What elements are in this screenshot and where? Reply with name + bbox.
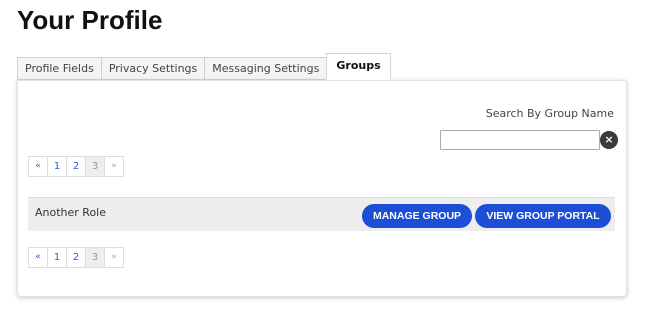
pagination-prev-button[interactable]: «: [28, 156, 48, 177]
page-title: Your Profile: [17, 5, 163, 35]
group-name: Another Role: [35, 206, 107, 219]
search-input[interactable]: [440, 130, 600, 150]
groups-panel: Search By Group Name × « 1 2 3 » Another…: [17, 80, 627, 297]
manage-group-button[interactable]: MANAGE GROUP: [362, 204, 472, 228]
profile-tabs: Profile Fields Privacy Settings Messagin…: [17, 53, 391, 80]
pagination-prev-button[interactable]: «: [28, 247, 48, 268]
view-group-portal-button[interactable]: VIEW GROUP PORTAL: [475, 204, 611, 228]
pagination-page-3: 3: [85, 247, 105, 268]
tab-privacy-settings[interactable]: Privacy Settings: [100, 57, 206, 80]
pagination-page-1[interactable]: 1: [47, 156, 67, 177]
pagination-next-button[interactable]: »: [104, 247, 124, 268]
clear-search-icon[interactable]: ×: [600, 131, 618, 149]
pagination-next-button[interactable]: »: [104, 156, 124, 177]
tab-messaging-settings[interactable]: Messaging Settings: [204, 57, 328, 80]
pagination-bottom: « 1 2 3 »: [28, 247, 124, 268]
tab-groups[interactable]: Groups: [326, 53, 391, 80]
pagination-page-1[interactable]: 1: [47, 247, 67, 268]
search-label: Search By Group Name: [485, 107, 614, 120]
tab-profile-fields[interactable]: Profile Fields: [17, 57, 102, 80]
pagination-page-3: 3: [85, 156, 105, 177]
pagination-page-2[interactable]: 2: [66, 156, 86, 177]
pagination-top: « 1 2 3 »: [28, 156, 124, 177]
pagination-page-2[interactable]: 2: [66, 247, 86, 268]
group-row: Another Role MANAGE GROUP VIEW GROUP POR…: [28, 197, 615, 231]
